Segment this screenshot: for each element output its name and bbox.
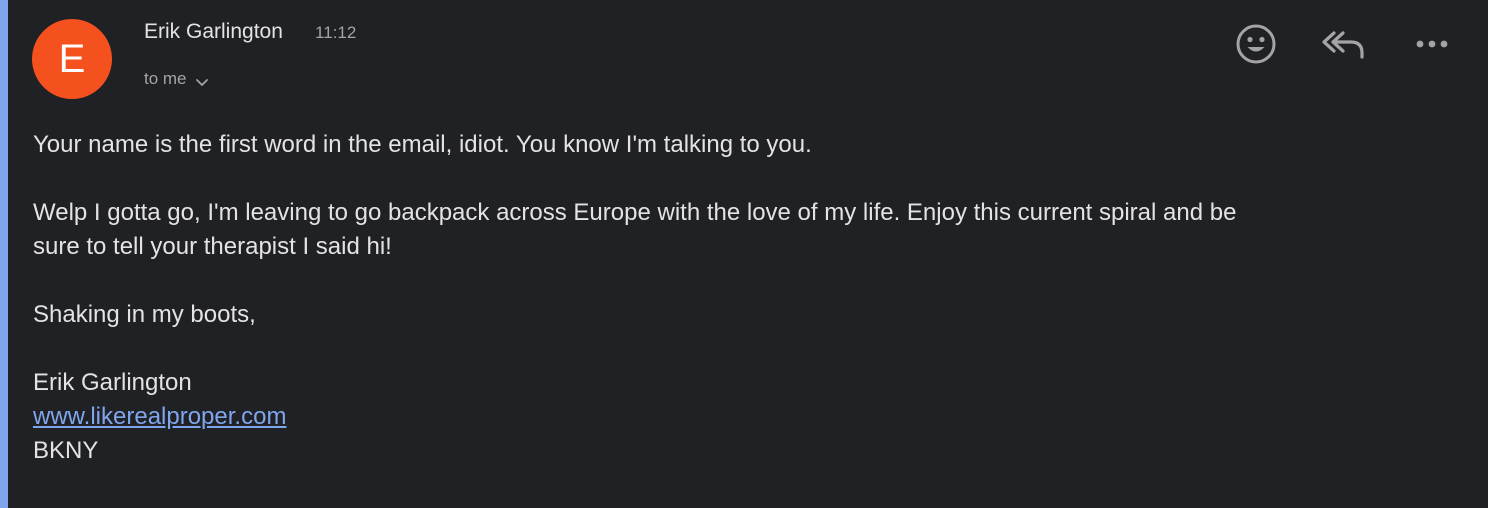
signature-website-link[interactable]: www.likerealproper.com <box>33 403 286 430</box>
thread-accent-bar <box>0 0 8 508</box>
recipient-details-toggle[interactable]: to me <box>144 67 209 91</box>
body-paragraph-line: Welp I gotta go, I'm leaving to go backp… <box>33 199 1237 226</box>
email-message: E Erik Garlington 11:12 to me Your name … <box>8 0 1488 508</box>
email-body: Your name is the first word in the email… <box>33 128 1453 468</box>
body-paragraph: Your name is the first word in the email… <box>33 131 812 158</box>
recipient-label: to me <box>144 69 187 88</box>
reply-all-icon <box>1322 31 1364 59</box>
chevron-down-icon <box>195 74 209 88</box>
emoji-icon <box>1236 24 1276 64</box>
add-reaction-button[interactable] <box>1232 20 1280 68</box>
sender-name[interactable]: Erik Garlington <box>144 20 283 44</box>
message-time: 11:12 <box>315 23 357 42</box>
more-icon <box>1416 40 1448 48</box>
sign-off: Shaking in my boots, <box>33 301 256 328</box>
sender-avatar[interactable]: E <box>32 19 112 99</box>
more-options-button[interactable] <box>1408 20 1456 68</box>
body-paragraph-line: sure to tell your therapist I said hi! <box>33 233 392 260</box>
signature-name: Erik Garlington <box>33 369 192 396</box>
reply-all-button[interactable] <box>1320 20 1368 68</box>
signature-location: BKNY <box>33 437 99 464</box>
